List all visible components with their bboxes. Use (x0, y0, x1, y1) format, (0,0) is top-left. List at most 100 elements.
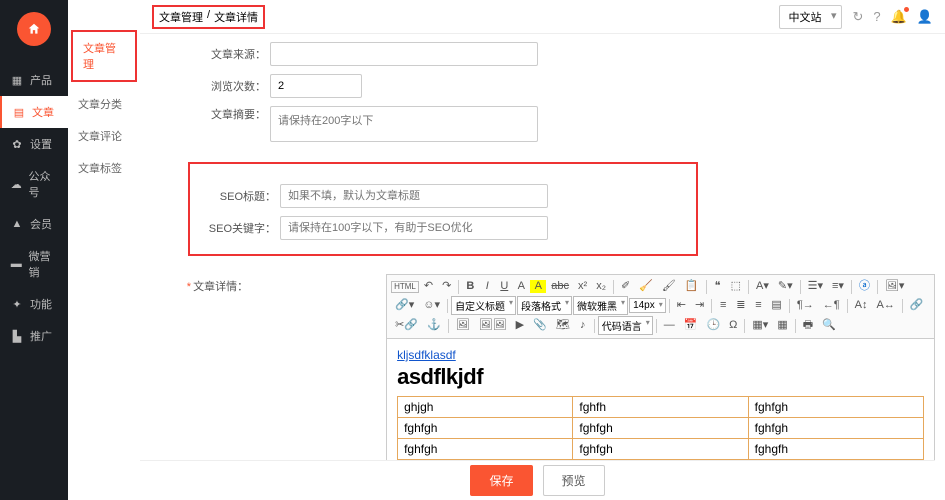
html-source-button[interactable]: HTML (391, 281, 419, 293)
summary-input[interactable] (270, 106, 538, 142)
paste-button[interactable]: 📋 (681, 278, 703, 295)
link-button[interactable]: 🔗▾ (391, 297, 418, 314)
multi-image-button[interactable]: 🖼🖼 (475, 317, 511, 334)
lineheight-button[interactable]: A↕ (851, 297, 872, 314)
nav-settings[interactable]: ✿设置 (0, 128, 68, 160)
shading-button[interactable]: ▦ (773, 317, 791, 334)
secondary-nav: 文章管理 文章分类 文章评论 文章标签 (68, 0, 140, 500)
seo-title-input[interactable] (280, 184, 548, 208)
redo-button[interactable]: ↷ (438, 278, 455, 295)
content-link[interactable]: kljsdfklasdf (397, 348, 456, 362)
subnav-article-comment[interactable]: 文章评论 (68, 120, 140, 152)
user-avatar-icon[interactable]: 👤 (917, 9, 933, 25)
fontcolor-button[interactable]: A (513, 278, 529, 295)
subnav-article-manage[interactable]: 文章管理 (71, 30, 137, 82)
subnav-article-tag[interactable]: 文章标签 (68, 152, 140, 184)
page-header: 文章管理 / 文章详情 中文站 ↻ ? 🔔 👤 (140, 0, 945, 34)
map-button[interactable]: 🗺 (552, 317, 574, 334)
letterspace-button[interactable]: A↔ (873, 297, 899, 314)
paragraph-select[interactable]: 段落格式 (517, 296, 572, 315)
eraser-button[interactable]: ✐ (617, 278, 634, 295)
special-button[interactable]: Ω (725, 317, 741, 334)
table-row: fghfghfghfghfghgfh (398, 439, 924, 460)
hr-button[interactable]: — (660, 317, 679, 334)
strike-button[interactable]: abc (547, 278, 573, 295)
nav-wechat[interactable]: ☁公众号 (0, 160, 68, 208)
rtl-button[interactable]: ←¶ (819, 297, 844, 314)
table-button[interactable]: ▦▾ (748, 317, 772, 334)
views-input[interactable] (270, 74, 362, 98)
textcolor-picker[interactable]: A▾ (752, 278, 773, 295)
attach-button[interactable]: 📎 (529, 317, 551, 334)
primary-nav: ▦产品 ▤文章 ✿设置 ☁公众号 ▲会员 ▬微营销 ✦功能 ▙推广 (0, 0, 68, 500)
code-button[interactable]: ⬚ (727, 278, 745, 295)
hilite-picker[interactable]: ✎▾ (774, 278, 797, 295)
seo-keywords-input[interactable] (280, 216, 548, 240)
ol-button[interactable]: ≡▾ (828, 278, 848, 295)
subnav-article-category[interactable]: 文章分类 (68, 88, 140, 120)
style-select[interactable]: 自定义标题 (451, 296, 516, 315)
superscript-button[interactable]: x² (574, 278, 591, 295)
nav-articles[interactable]: ▤文章 (0, 96, 68, 128)
refresh-icon[interactable]: ↻ (852, 9, 863, 25)
preview-button[interactable]: 预览 (543, 465, 605, 496)
gallery-button[interactable]: 🖼 (452, 317, 474, 334)
italic-button[interactable]: I (479, 278, 495, 295)
video-button[interactable]: ▶ (512, 317, 528, 334)
summary-label: 文章摘要： (140, 106, 270, 122)
ltr-button[interactable]: ¶→ (793, 297, 818, 314)
source-label: 文章来源： (140, 46, 270, 62)
breadcrumb-parent[interactable]: 文章管理 (159, 9, 203, 25)
link2-button[interactable]: 🔗 (906, 297, 928, 314)
help-icon[interactable]: ? (873, 9, 880, 24)
clearformat-button[interactable]: 🧹 (635, 278, 657, 295)
language-select[interactable]: 中文站 (779, 5, 842, 29)
music-button[interactable]: ♪ (575, 317, 591, 334)
align-justify-button[interactable]: ▤ (767, 297, 785, 314)
quote-button[interactable]: ❝ (710, 278, 726, 295)
content-table: ghjghfghfhfghfgh fghfghfghfghfghfgh fghf… (397, 396, 924, 460)
fontsize-select[interactable]: 14px (629, 298, 666, 313)
align-right-button[interactable]: ≡ (750, 297, 766, 314)
search-button[interactable]: 🔍 (818, 317, 840, 334)
indent-button[interactable]: ⇥ (691, 297, 708, 314)
save-button[interactable]: 保存 (470, 465, 532, 496)
align-center-button[interactable]: ≣ (732, 297, 749, 314)
home-button[interactable] (17, 12, 51, 46)
time-button[interactable]: 🕒 (702, 317, 724, 334)
nav-features[interactable]: ✦功能 (0, 288, 68, 320)
rich-text-editor: HTML ↶ ↷ B I U A A abc x² x₂ ✐ 🧹 🖌 📋 ❝ ⬚ (386, 274, 935, 489)
anchor2-button[interactable]: ⚓ (423, 317, 445, 334)
align-left-button[interactable]: ≡ (715, 297, 731, 314)
undo-button[interactable]: ↶ (420, 278, 437, 295)
anchor-button[interactable]: ⓐ (855, 278, 874, 295)
formatbrush-button[interactable]: 🖌 (658, 278, 680, 295)
seo-keywords-label: SEO关键字： (200, 220, 280, 236)
print-button[interactable]: 🖶 (799, 317, 817, 334)
gear-icon: ✿ (10, 138, 24, 151)
image-button[interactable]: 🖼▾ (881, 278, 909, 295)
nav-marketing[interactable]: ▬微营销 (0, 240, 68, 288)
content-heading: asdflkjdf (397, 364, 924, 390)
outdent-button[interactable]: ⇤ (673, 297, 690, 314)
underline-button[interactable]: U (496, 278, 512, 295)
editor-toolbar: HTML ↶ ↷ B I U A A abc x² x₂ ✐ 🧹 🖌 📋 ❝ ⬚ (386, 274, 935, 339)
nav-members[interactable]: ▲会员 (0, 208, 68, 240)
user-icon: ▲ (10, 218, 24, 230)
breadcrumb: 文章管理 / 文章详情 (152, 5, 265, 29)
nav-promotion[interactable]: ▙推广 (0, 320, 68, 352)
source-input[interactable] (270, 42, 538, 66)
emoji-button[interactable]: ☺▾ (419, 297, 444, 314)
date-button[interactable]: 📅 (680, 317, 702, 334)
ul-button[interactable]: ☰▾ (804, 278, 827, 295)
nav-products[interactable]: ▦产品 (0, 64, 68, 96)
bgcolor-button[interactable]: A (530, 280, 546, 293)
unlink-button[interactable]: ✂🔗 (391, 317, 422, 334)
bold-button[interactable]: B (462, 278, 478, 295)
subscript-button[interactable]: x₂ (592, 278, 610, 295)
font-select[interactable]: 微软雅黑 (573, 296, 628, 315)
codelang-select[interactable]: 代码语言 (598, 316, 653, 335)
table-row: fghfghfghfghfghfgh (398, 418, 924, 439)
bell-icon[interactable]: 🔔 (891, 9, 907, 25)
grid-icon: ▦ (10, 74, 24, 87)
